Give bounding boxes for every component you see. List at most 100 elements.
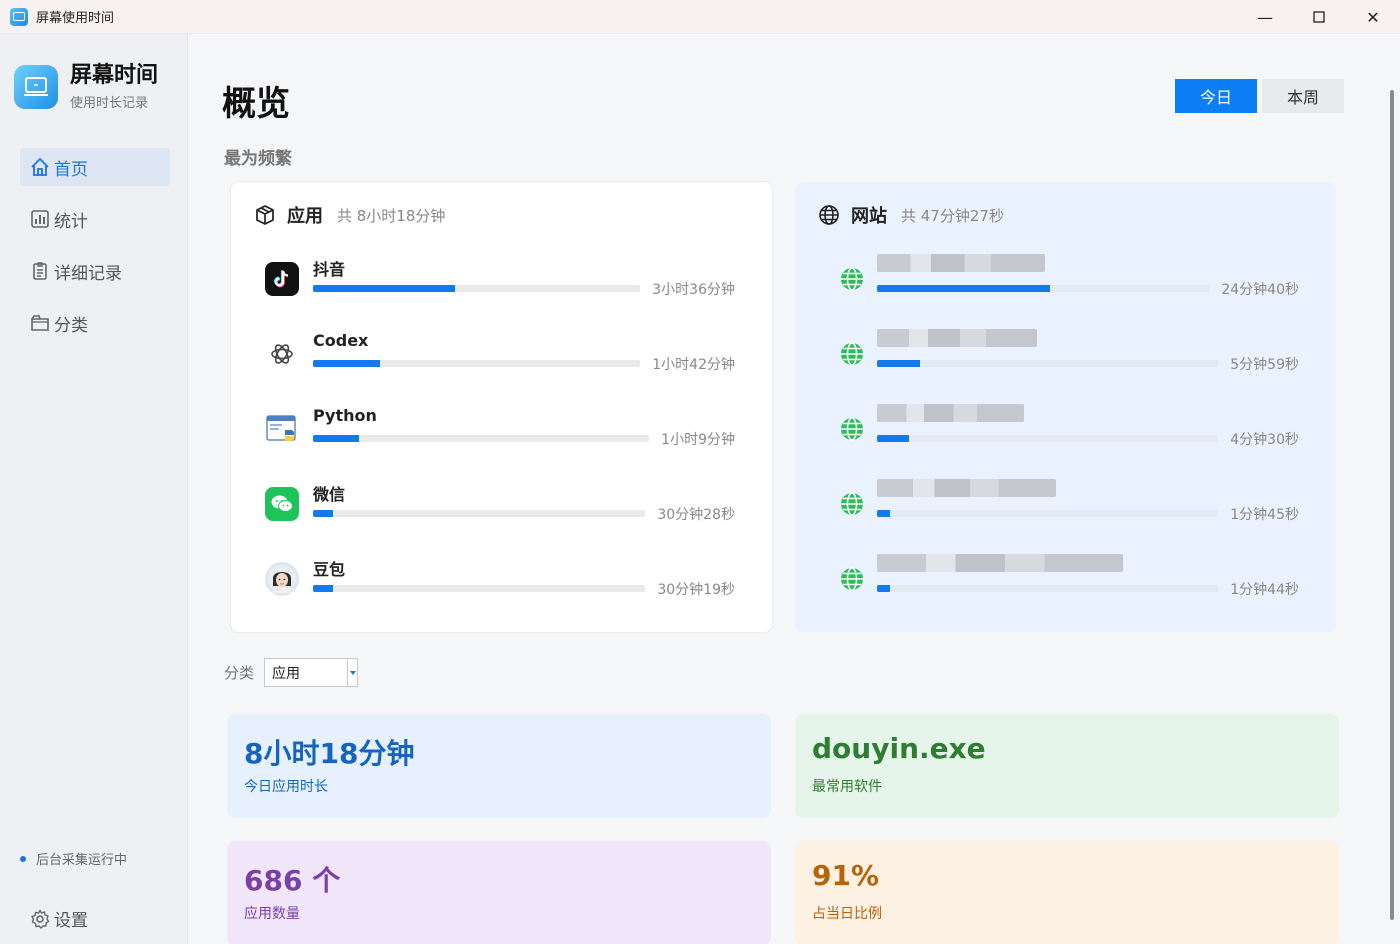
websites-card-title: 网站 [851,206,887,227]
nav-label: 分类 [54,315,88,336]
sidebar: 屏幕时间 使用时长记录 首页 统计 详细记录 分类 后台采集运行中 设置 [0,34,188,944]
usage-bar [877,360,1218,367]
range-toggle: 今日 本周 [1170,79,1344,113]
category-select[interactable]: 应用 [264,658,359,687]
usage-bar-fill [877,285,1050,292]
stat-value: 8小时18分钟 [244,737,415,770]
nav-item-categories[interactable]: 分类 [20,304,170,342]
python-icon [265,412,299,446]
usage-bar [877,285,1209,292]
website-name-blurred [877,329,1037,347]
website-row[interactable]: 5分钟59秒 [835,327,1299,387]
usage-bar-fill [313,510,334,517]
stat-label: 今日应用时长 [244,779,328,795]
app-time: 1小时9分钟 [661,432,735,448]
chevron-down-icon[interactable] [347,659,357,686]
app-row[interactable]: 微信 30分钟28秒 [265,477,735,537]
tiktok-icon [265,262,299,296]
package-icon [253,203,277,227]
globe-icon [835,337,869,371]
website-time: 5分钟59秒 [1230,357,1299,373]
stat-card-day-ratio: 91% 占当日比例 [795,841,1339,944]
apps-card: 应用 共 8小时18分钟 抖音 3小时36分钟 Codex 1小时42分钟 Py… [231,182,772,632]
nav-label: 详细记录 [54,263,122,284]
page-title: 概览 [222,84,290,124]
website-row[interactable]: 1分钟44秒 [835,552,1299,612]
background-status: 后台采集运行中 [20,849,127,868]
brand-title: 屏幕时间 [70,63,159,88]
apps-card-title: 应用 [287,206,323,227]
globe-icon [835,412,869,446]
window-controls: — ✕ [1238,0,1400,34]
nav-menu: 首页 统计 详细记录 分类 [20,148,170,356]
globe-icon [835,487,869,521]
apps-total: 共 8小时18分钟 [337,206,446,225]
website-row[interactable]: 4分钟30秒 [835,402,1299,462]
app-name: Codex [313,331,369,350]
section-title: 最为频繁 [224,149,292,169]
brand: 屏幕时间 使用时长记录 [14,62,158,111]
nav-item-records[interactable]: 详细记录 [20,252,170,290]
usage-bar-fill [877,435,910,442]
home-icon [30,157,50,177]
usage-bar [313,435,649,442]
app-time: 1小时42分钟 [652,357,735,373]
minimize-icon[interactable]: — [1238,0,1292,34]
usage-bar [313,510,645,517]
app-row[interactable]: Codex 1小时42分钟 [265,327,735,387]
today-button[interactable]: 今日 [1175,79,1257,113]
category-filter: 分类 应用 [224,658,359,687]
website-name-blurred [877,254,1045,272]
website-row[interactable]: 24分钟40秒 [835,252,1299,312]
websites-total: 共 47分钟27秒 [901,206,1004,225]
stat-card-app-count: 686 个 应用数量 [227,841,771,944]
app-row[interactable]: Python 1小时9分钟 [265,402,735,462]
stat-label: 应用数量 [244,906,300,922]
nav-item-home[interactable]: 首页 [20,148,170,186]
usage-bar [877,585,1218,592]
status-text: 后台采集运行中 [36,853,128,868]
settings-button[interactable]: 设置 [30,906,88,931]
main-content: 概览 今日 本周 最为频繁 应用 共 8小时18分钟 抖音 3小时36分钟 Co… [188,34,1400,944]
folder-icon [30,313,50,333]
usage-bar-fill [877,510,890,517]
website-time: 1分钟45秒 [1230,507,1299,523]
usage-bar [877,435,1218,442]
website-name-blurred [877,479,1056,497]
website-time: 1分钟44秒 [1230,582,1299,598]
openai-icon [265,337,299,371]
nav-label: 首页 [54,159,88,180]
maximize-icon[interactable] [1292,0,1346,34]
app-row[interactable]: 豆包 30分钟19秒 [265,552,735,612]
stat-value: 91% [812,859,880,892]
websites-card: 网站 共 47分钟27秒 24分钟40秒 5分钟59秒 4分钟30秒 1分钟45… [795,182,1336,632]
app-name: 豆包 [313,560,346,579]
website-row[interactable]: 1分钟45秒 [835,477,1299,537]
website-time: 4分钟30秒 [1230,432,1299,448]
close-icon[interactable]: ✕ [1346,0,1400,34]
usage-bar [877,510,1218,517]
website-name-blurred [877,554,1123,572]
usage-bar [313,285,640,292]
week-button[interactable]: 本周 [1262,79,1344,113]
app-name: 微信 [313,485,346,504]
stat-value: douyin.exe [812,732,986,765]
clipboard-icon [30,261,50,281]
usage-bar-fill [313,285,456,292]
filter-label: 分类 [224,664,255,682]
brand-subtitle: 使用时长记录 [70,96,149,111]
nav-label: 统计 [54,211,88,232]
app-row[interactable]: 抖音 3小时36分钟 [265,252,735,312]
stat-card-top-app: douyin.exe 最常用软件 [795,714,1339,818]
usage-bar-fill [313,585,334,592]
nav-item-stats[interactable]: 统计 [20,200,170,238]
scrollbar[interactable] [1390,90,1394,920]
usage-bar [313,585,645,592]
website-name-blurred [877,404,1024,422]
laptop-icon [14,64,58,109]
category-select-value: 应用 [272,665,301,682]
doubao-avatar-icon [265,562,299,596]
usage-bar-fill [877,360,920,367]
bar-chart-icon [30,209,50,229]
wechat-icon [265,487,299,521]
